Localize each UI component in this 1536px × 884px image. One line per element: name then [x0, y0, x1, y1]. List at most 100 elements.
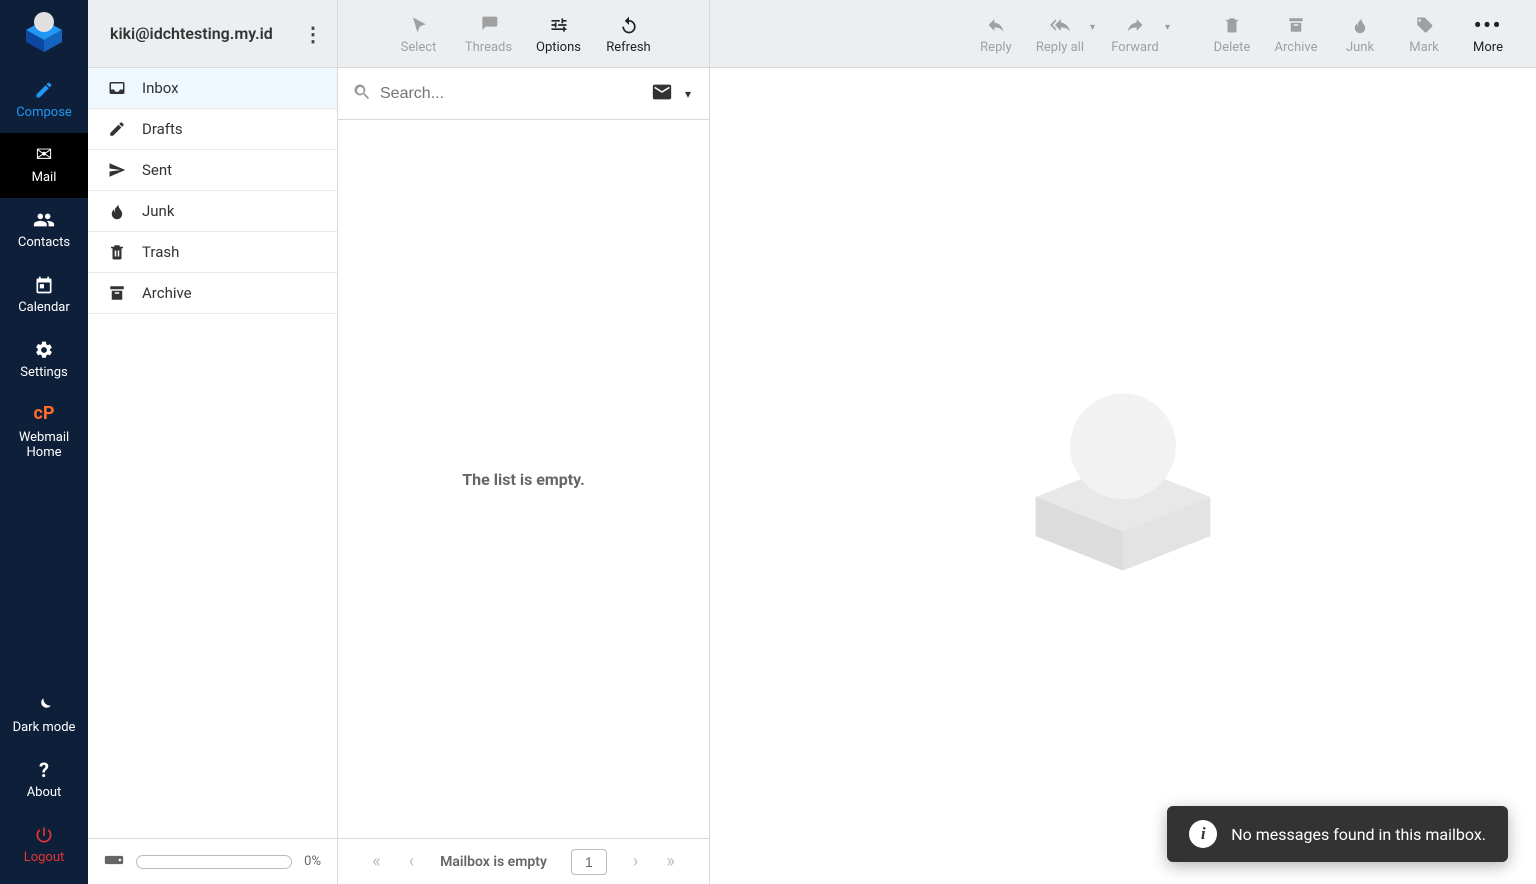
- contacts-icon: [33, 208, 55, 232]
- more-label: More: [1473, 40, 1503, 55]
- folder-drafts[interactable]: Drafts: [88, 109, 337, 150]
- select-button[interactable]: Select: [389, 4, 449, 64]
- refresh-button[interactable]: Refresh: [599, 4, 659, 64]
- nav-webmail-home[interactable]: cP Webmail Home: [0, 393, 88, 473]
- folder-archive[interactable]: Archive: [88, 273, 337, 314]
- threads-icon: [479, 13, 499, 37]
- more-button[interactable]: ••• More: [1458, 4, 1518, 64]
- search-input[interactable]: [380, 85, 643, 103]
- app-logo: [0, 0, 88, 68]
- question-icon: ?: [39, 758, 49, 782]
- pager-last[interactable]: »: [664, 851, 676, 872]
- pager-next[interactable]: ›: [631, 851, 640, 872]
- account-header: kiki@idchtesting.my.id ⋮: [88, 0, 337, 68]
- archive-label: Archive: [1275, 40, 1318, 55]
- folder-sidebar: kiki@idchtesting.my.id ⋮ Inbox Drafts Se…: [88, 0, 338, 884]
- tag-icon: [1414, 13, 1434, 37]
- list-empty-message: The list is empty.: [338, 120, 709, 838]
- pager-first[interactable]: «: [370, 851, 382, 872]
- paper-plane-icon: [106, 161, 128, 179]
- reply-all-label: Reply all: [1036, 40, 1084, 55]
- reply-all-icon: [1049, 13, 1071, 37]
- list-empty-text: The list is empty.: [462, 470, 584, 489]
- junk-label: Junk: [1346, 40, 1374, 55]
- disk-icon: [104, 853, 124, 871]
- archive-icon: [1287, 13, 1305, 37]
- list-toolbar: Select Threads Options Refresh: [338, 0, 709, 68]
- folder-trash[interactable]: Trash: [88, 232, 337, 273]
- nav-mail-label: Mail: [32, 171, 57, 186]
- search-icon: [352, 82, 372, 106]
- threads-button[interactable]: Threads: [459, 4, 519, 64]
- reply-button[interactable]: Reply: [966, 4, 1026, 64]
- delete-label: Delete: [1214, 40, 1251, 55]
- nav-compose[interactable]: Compose: [0, 68, 88, 133]
- folder-junk[interactable]: Junk: [88, 191, 337, 232]
- junk-button[interactable]: Junk: [1330, 4, 1390, 64]
- nav-mail[interactable]: ✉ Mail: [0, 133, 88, 198]
- pager-prev[interactable]: ‹: [407, 851, 416, 872]
- nav-settings-label: Settings: [20, 366, 67, 381]
- reply-icon: [986, 13, 1006, 37]
- nav-dark-mode[interactable]: Dark mode: [0, 683, 88, 748]
- quota-bar: 0%: [88, 838, 337, 884]
- nav-logout-label: Logout: [24, 851, 65, 866]
- cpanel-icon: cP: [34, 403, 55, 427]
- forward-label: Forward: [1111, 40, 1158, 55]
- calendar-icon: [34, 273, 54, 297]
- empty-watermark: [1008, 359, 1238, 593]
- refresh-label: Refresh: [606, 40, 650, 55]
- message-view-pane: Reply Reply all ▾ Forward ▾: [710, 0, 1536, 884]
- folder-menu-button[interactable]: ⋮: [299, 22, 327, 46]
- junk-icon: [1351, 13, 1369, 37]
- forward-dropdown[interactable]: ▾: [1165, 4, 1176, 33]
- pager-page-input[interactable]: [571, 849, 607, 875]
- search-options-toggle[interactable]: ▾: [681, 87, 695, 101]
- pencil-icon: [106, 120, 128, 138]
- compose-icon: [34, 78, 54, 102]
- forward-icon: [1125, 13, 1145, 37]
- info-toast: i No messages found in this mailbox.: [1167, 806, 1508, 862]
- moon-icon: [35, 693, 53, 717]
- folder-label: Trash: [142, 243, 179, 261]
- threads-label: Threads: [465, 40, 512, 55]
- more-icon: •••: [1474, 13, 1502, 37]
- cursor-icon: [410, 13, 428, 37]
- nav-contacts[interactable]: Contacts: [0, 198, 88, 263]
- reply-all-dropdown[interactable]: ▾: [1090, 4, 1101, 33]
- folder-list: Inbox Drafts Sent Junk Trash: [88, 68, 337, 838]
- nav-compose-label: Compose: [16, 106, 72, 121]
- message-toolbar: Reply Reply all ▾ Forward ▾: [710, 0, 1536, 68]
- fire-icon: [106, 202, 128, 220]
- mail-icon: ✉: [36, 143, 53, 167]
- nav-about-label: About: [27, 786, 62, 801]
- folder-label: Inbox: [142, 79, 179, 97]
- account-email: kiki@idchtesting.my.id: [110, 24, 273, 43]
- nav-settings[interactable]: Settings: [0, 328, 88, 393]
- pager-status: Mailbox is empty: [440, 854, 547, 870]
- nav-contacts-label: Contacts: [18, 236, 70, 251]
- options-button[interactable]: Options: [529, 4, 589, 64]
- reply-all-button[interactable]: Reply all: [1030, 4, 1090, 64]
- delete-button[interactable]: Delete: [1202, 4, 1262, 64]
- folder-sent[interactable]: Sent: [88, 150, 337, 191]
- logo-icon: [20, 10, 68, 58]
- delete-icon: [1223, 13, 1241, 37]
- message-list-pane: Select Threads Options Refresh: [338, 0, 710, 884]
- mark-label: Mark: [1409, 40, 1438, 55]
- archive-button[interactable]: Archive: [1266, 4, 1326, 64]
- refresh-icon: [619, 13, 639, 37]
- taskbar: Compose ✉ Mail Contacts Calendar Setting…: [0, 0, 88, 884]
- archive-icon: [106, 284, 128, 302]
- trash-icon: [106, 243, 128, 261]
- mark-button[interactable]: Mark: [1394, 4, 1454, 64]
- forward-button[interactable]: Forward: [1105, 4, 1165, 64]
- search-scope-button[interactable]: [651, 81, 673, 107]
- folder-inbox[interactable]: Inbox: [88, 68, 337, 109]
- folder-label: Drafts: [142, 120, 183, 138]
- nav-calendar[interactable]: Calendar: [0, 263, 88, 328]
- search-bar: ▾: [338, 68, 709, 120]
- nav-logout[interactable]: Logout: [0, 813, 88, 884]
- options-label: Options: [536, 40, 581, 55]
- nav-about[interactable]: ? About: [0, 748, 88, 813]
